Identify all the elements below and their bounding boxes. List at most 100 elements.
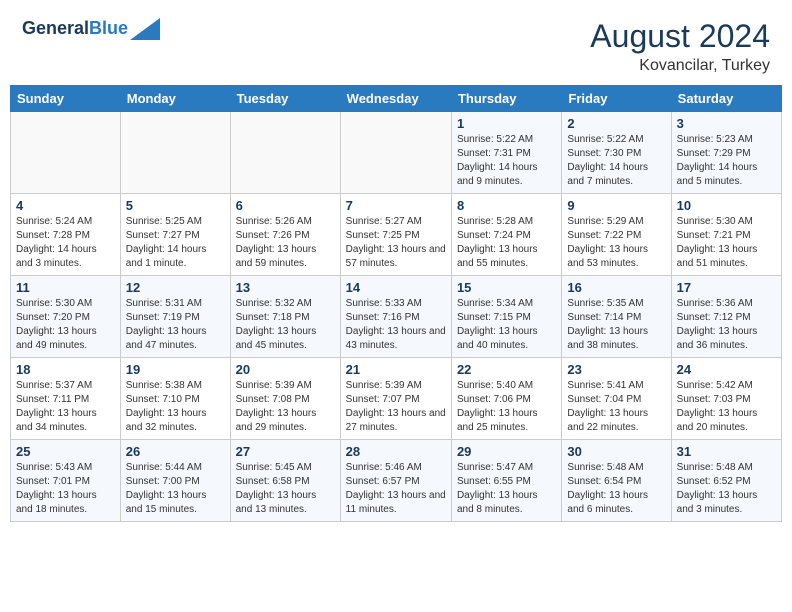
col-thursday: Thursday (451, 86, 561, 112)
table-row: 29 Sunrise: 5:47 AMSunset: 6:55 PMDaylig… (451, 440, 561, 522)
calendar-table: Sunday Monday Tuesday Wednesday Thursday… (10, 85, 782, 522)
day-number: 4 (16, 198, 115, 213)
day-info: Sunrise: 5:25 AMSunset: 7:27 PMDaylight:… (126, 215, 225, 271)
day-number: 3 (677, 116, 776, 131)
calendar-week-row: 18 Sunrise: 5:37 AMSunset: 7:11 PMDaylig… (11, 358, 782, 440)
day-number: 14 (346, 280, 446, 295)
day-number: 29 (457, 444, 556, 459)
day-number: 24 (677, 362, 776, 377)
day-number: 13 (236, 280, 335, 295)
day-number: 28 (346, 444, 446, 459)
table-row: 7 Sunrise: 5:27 AMSunset: 7:25 PMDayligh… (340, 194, 451, 276)
day-info: Sunrise: 5:41 AMSunset: 7:04 PMDaylight:… (567, 379, 665, 435)
day-info: Sunrise: 5:35 AMSunset: 7:14 PMDaylight:… (567, 297, 665, 353)
day-number: 18 (16, 362, 115, 377)
day-info: Sunrise: 5:26 AMSunset: 7:26 PMDaylight:… (236, 215, 335, 271)
day-number: 15 (457, 280, 556, 295)
table-row: 16 Sunrise: 5:35 AMSunset: 7:14 PMDaylig… (562, 276, 671, 358)
table-row (11, 112, 121, 194)
day-number: 5 (126, 198, 225, 213)
table-row (120, 112, 230, 194)
day-info: Sunrise: 5:47 AMSunset: 6:55 PMDaylight:… (457, 461, 556, 517)
day-number: 16 (567, 280, 665, 295)
table-row: 17 Sunrise: 5:36 AMSunset: 7:12 PMDaylig… (671, 276, 781, 358)
col-saturday: Saturday (671, 86, 781, 112)
table-row: 4 Sunrise: 5:24 AMSunset: 7:28 PMDayligh… (11, 194, 121, 276)
table-row: 27 Sunrise: 5:45 AMSunset: 6:58 PMDaylig… (230, 440, 340, 522)
table-row: 5 Sunrise: 5:25 AMSunset: 7:27 PMDayligh… (120, 194, 230, 276)
day-number: 12 (126, 280, 225, 295)
day-number: 9 (567, 198, 665, 213)
month-year: August 2024 (590, 18, 770, 55)
table-row: 15 Sunrise: 5:34 AMSunset: 7:15 PMDaylig… (451, 276, 561, 358)
day-info: Sunrise: 5:44 AMSunset: 7:00 PMDaylight:… (126, 461, 225, 517)
day-info: Sunrise: 5:29 AMSunset: 7:22 PMDaylight:… (567, 215, 665, 271)
col-friday: Friday (562, 86, 671, 112)
day-number: 19 (126, 362, 225, 377)
table-row: 22 Sunrise: 5:40 AMSunset: 7:06 PMDaylig… (451, 358, 561, 440)
calendar-week-row: 25 Sunrise: 5:43 AMSunset: 7:01 PMDaylig… (11, 440, 782, 522)
table-row: 14 Sunrise: 5:33 AMSunset: 7:16 PMDaylig… (340, 276, 451, 358)
page-header: GeneralBlue August 2024 Kovancilar, Turk… (10, 10, 782, 79)
day-number: 31 (677, 444, 776, 459)
title-block: August 2024 Kovancilar, Turkey (590, 18, 770, 75)
day-number: 27 (236, 444, 335, 459)
day-info: Sunrise: 5:42 AMSunset: 7:03 PMDaylight:… (677, 379, 776, 435)
day-number: 23 (567, 362, 665, 377)
table-row: 21 Sunrise: 5:39 AMSunset: 7:07 PMDaylig… (340, 358, 451, 440)
day-info: Sunrise: 5:46 AMSunset: 6:57 PMDaylight:… (346, 461, 446, 517)
day-info: Sunrise: 5:37 AMSunset: 7:11 PMDaylight:… (16, 379, 115, 435)
day-info: Sunrise: 5:24 AMSunset: 7:28 PMDaylight:… (16, 215, 115, 271)
col-tuesday: Tuesday (230, 86, 340, 112)
day-number: 26 (126, 444, 225, 459)
table-row: 28 Sunrise: 5:46 AMSunset: 6:57 PMDaylig… (340, 440, 451, 522)
day-info: Sunrise: 5:48 AMSunset: 6:52 PMDaylight:… (677, 461, 776, 517)
location: Kovancilar, Turkey (590, 57, 770, 75)
calendar-week-row: 11 Sunrise: 5:30 AMSunset: 7:20 PMDaylig… (11, 276, 782, 358)
day-info: Sunrise: 5:22 AMSunset: 7:30 PMDaylight:… (567, 133, 665, 189)
day-info: Sunrise: 5:39 AMSunset: 7:08 PMDaylight:… (236, 379, 335, 435)
table-row: 3 Sunrise: 5:23 AMSunset: 7:29 PMDayligh… (671, 112, 781, 194)
table-row: 23 Sunrise: 5:41 AMSunset: 7:04 PMDaylig… (562, 358, 671, 440)
table-row: 9 Sunrise: 5:29 AMSunset: 7:22 PMDayligh… (562, 194, 671, 276)
table-row: 20 Sunrise: 5:39 AMSunset: 7:08 PMDaylig… (230, 358, 340, 440)
table-row: 31 Sunrise: 5:48 AMSunset: 6:52 PMDaylig… (671, 440, 781, 522)
col-sunday: Sunday (11, 86, 121, 112)
day-info: Sunrise: 5:30 AMSunset: 7:21 PMDaylight:… (677, 215, 776, 271)
day-info: Sunrise: 5:39 AMSunset: 7:07 PMDaylight:… (346, 379, 446, 435)
table-row (230, 112, 340, 194)
day-info: Sunrise: 5:22 AMSunset: 7:31 PMDaylight:… (457, 133, 556, 189)
day-number: 2 (567, 116, 665, 131)
table-row: 26 Sunrise: 5:44 AMSunset: 7:00 PMDaylig… (120, 440, 230, 522)
table-row: 30 Sunrise: 5:48 AMSunset: 6:54 PMDaylig… (562, 440, 671, 522)
day-number: 21 (346, 362, 446, 377)
day-info: Sunrise: 5:31 AMSunset: 7:19 PMDaylight:… (126, 297, 225, 353)
table-row: 10 Sunrise: 5:30 AMSunset: 7:21 PMDaylig… (671, 194, 781, 276)
day-info: Sunrise: 5:33 AMSunset: 7:16 PMDaylight:… (346, 297, 446, 353)
table-row: 13 Sunrise: 5:32 AMSunset: 7:18 PMDaylig… (230, 276, 340, 358)
table-row: 24 Sunrise: 5:42 AMSunset: 7:03 PMDaylig… (671, 358, 781, 440)
table-row: 11 Sunrise: 5:30 AMSunset: 7:20 PMDaylig… (11, 276, 121, 358)
day-number: 6 (236, 198, 335, 213)
day-number: 10 (677, 198, 776, 213)
logo-icon (130, 18, 160, 40)
table-row: 25 Sunrise: 5:43 AMSunset: 7:01 PMDaylig… (11, 440, 121, 522)
col-wednesday: Wednesday (340, 86, 451, 112)
table-row: 1 Sunrise: 5:22 AMSunset: 7:31 PMDayligh… (451, 112, 561, 194)
calendar-week-row: 4 Sunrise: 5:24 AMSunset: 7:28 PMDayligh… (11, 194, 782, 276)
day-number: 22 (457, 362, 556, 377)
day-info: Sunrise: 5:27 AMSunset: 7:25 PMDaylight:… (346, 215, 446, 271)
day-info: Sunrise: 5:28 AMSunset: 7:24 PMDaylight:… (457, 215, 556, 271)
day-info: Sunrise: 5:34 AMSunset: 7:15 PMDaylight:… (457, 297, 556, 353)
day-info: Sunrise: 5:32 AMSunset: 7:18 PMDaylight:… (236, 297, 335, 353)
day-number: 7 (346, 198, 446, 213)
day-number: 8 (457, 198, 556, 213)
calendar-week-row: 1 Sunrise: 5:22 AMSunset: 7:31 PMDayligh… (11, 112, 782, 194)
table-row: 8 Sunrise: 5:28 AMSunset: 7:24 PMDayligh… (451, 194, 561, 276)
table-row (340, 112, 451, 194)
table-row: 12 Sunrise: 5:31 AMSunset: 7:19 PMDaylig… (120, 276, 230, 358)
day-number: 20 (236, 362, 335, 377)
col-monday: Monday (120, 86, 230, 112)
day-number: 25 (16, 444, 115, 459)
table-row: 19 Sunrise: 5:38 AMSunset: 7:10 PMDaylig… (120, 358, 230, 440)
